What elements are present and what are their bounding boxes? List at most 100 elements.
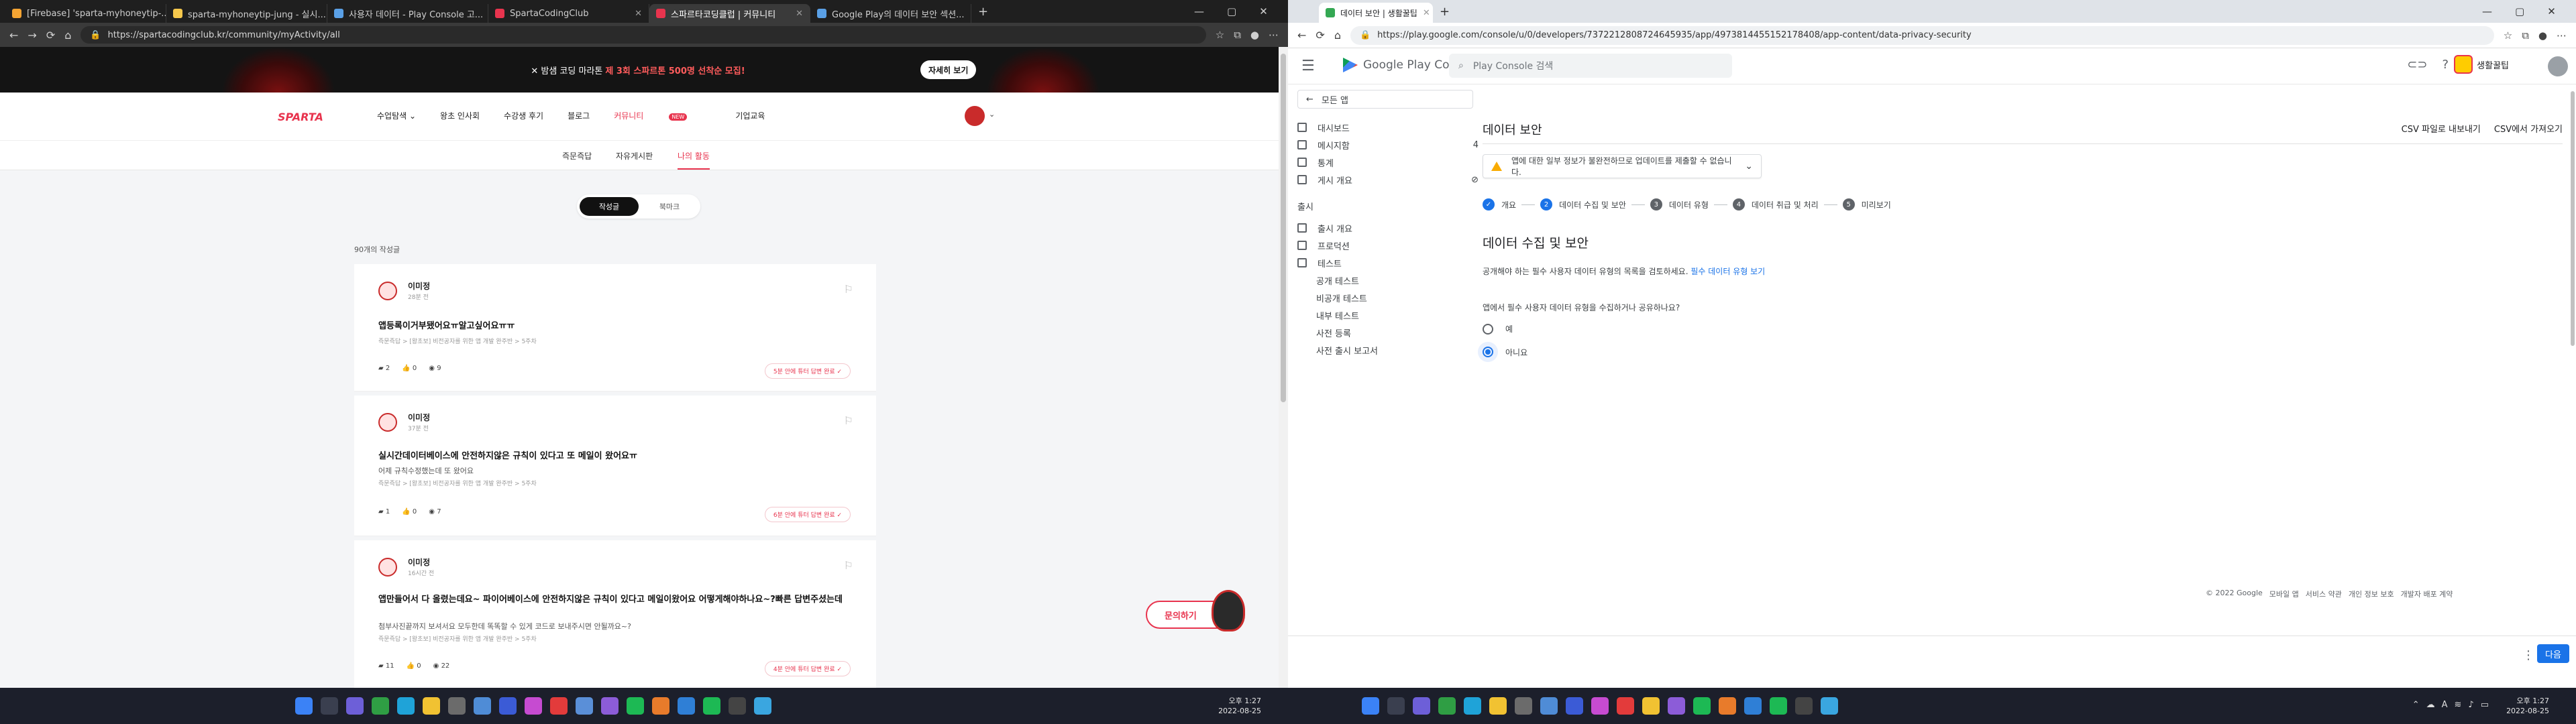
app-icon[interactable]: [1617, 697, 1634, 715]
windows-start-icon[interactable]: [295, 697, 313, 715]
search-icon[interactable]: [321, 697, 338, 715]
close-window-icon[interactable]: ✕: [2547, 5, 2556, 17]
avatar[interactable]: [965, 106, 985, 126]
app-icon[interactable]: [1438, 697, 1456, 715]
close-icon[interactable]: ✕: [970, 9, 971, 19]
browser-tab[interactable]: [Firebase] 'sparta-myhoneytip-...✕: [5, 4, 166, 23]
nav-item-greeting[interactable]: 왕초 인사회: [440, 110, 480, 121]
step-data-types[interactable]: 3 데이터 유형: [1650, 198, 1709, 210]
back-icon[interactable]: ←: [9, 29, 18, 42]
next-button[interactable]: 다음: [2537, 644, 2569, 663]
footer-link-terms[interactable]: 서비스 약관: [2306, 589, 2342, 599]
app-icon[interactable]: [1668, 697, 1685, 715]
help-icon[interactable]: ?: [2442, 58, 2449, 72]
nav-item-enterprise[interactable]: 기업교육: [735, 110, 765, 121]
maximize-icon[interactable]: ▢: [2515, 5, 2524, 17]
reload-icon[interactable]: ⟳: [1316, 29, 1324, 42]
app-account[interactable]: 생활꿀팁: [2454, 55, 2509, 74]
step-overview[interactable]: ✓ 개요: [1483, 198, 1516, 210]
app-icon[interactable]: [499, 697, 517, 715]
app-icon[interactable]: [1566, 697, 1583, 715]
battery-icon[interactable]: ▭: [2481, 700, 2489, 710]
nav-item-reviews[interactable]: 수강생 후기: [504, 110, 543, 121]
bookmark-icon[interactable]: ⚐: [844, 559, 853, 572]
nav-item-blog[interactable]: 블로그: [568, 110, 590, 121]
app-icon[interactable]: [754, 697, 771, 715]
warning-banner[interactable]: 앱에 대한 일부 정보가 불완전하므로 업데이트를 제출할 수 없습니다. ⌄: [1483, 154, 1762, 178]
search-input[interactable]: ⌕ Play Console 검색: [1449, 54, 1732, 78]
toggle-my-posts[interactable]: 작성글: [580, 197, 639, 216]
sidebar-item-inbox[interactable]: 메시지함 4: [1297, 135, 1479, 154]
naver-icon[interactable]: [1693, 697, 1711, 715]
bookmark-icon[interactable]: ⚐: [844, 283, 853, 296]
back-icon[interactable]: ←: [1297, 29, 1306, 42]
new-tab-button[interactable]: +: [978, 5, 988, 19]
radio-yes[interactable]: [1483, 323, 1493, 335]
step-preview[interactable]: 5 미리보기: [1842, 198, 1891, 210]
app-icon[interactable]: [525, 697, 542, 715]
app-icon[interactable]: [1591, 697, 1609, 715]
link-icon[interactable]: ⊂⊃: [2407, 58, 2427, 72]
tab-my-activity[interactable]: 나의 활동: [678, 150, 710, 170]
step-collection[interactable]: 2 데이터 수집 및 보안: [1540, 198, 1626, 210]
list-item[interactable]: 이미정 28분 전 ⚐ 앱등록이거부됐어요ㅠ알고싶어요ㅠㅠ 즉문즉답 > [왕초…: [354, 264, 876, 391]
close-icon[interactable]: ✕: [1423, 8, 1430, 18]
view-required-data-link[interactable]: 필수 데이터 유형 보기: [1690, 267, 1765, 276]
url-field[interactable]: 🔒 https://play.google.com/console/u/0/de…: [1350, 25, 2494, 45]
volume-icon[interactable]: ♪: [2468, 700, 2473, 710]
toggle-bookmarks[interactable]: 북마크: [641, 197, 698, 216]
nav-item-community[interactable]: 커뮤니티 NEW: [614, 110, 711, 121]
forward-icon[interactable]: →: [28, 29, 36, 42]
browser-tab-active[interactable]: 스파르타코딩클럽 | 커뮤니티 ✕: [649, 4, 810, 23]
tab-free-board[interactable]: 자유게시판: [616, 150, 653, 162]
edge-icon[interactable]: [397, 697, 415, 715]
vscode-icon[interactable]: [1744, 697, 1762, 715]
radio-no[interactable]: [1483, 347, 1493, 357]
footer-link-privacy[interactable]: 개인 정보 보호: [2349, 589, 2394, 599]
sidebar-item-open-testing[interactable]: 공개 테스트: [1316, 271, 1497, 290]
clock[interactable]: 오후 1:27 2022-08-25: [2506, 696, 2549, 716]
url-field[interactable]: 🔒 https://spartacodingclub.kr/community/…: [80, 26, 1206, 44]
tab-qna[interactable]: 즉문즉답: [562, 150, 592, 162]
new-tab-button[interactable]: +: [1440, 5, 1450, 19]
mail-icon[interactable]: [1515, 697, 1532, 715]
nav-item-courses[interactable]: 수업탐색 ⌄: [377, 110, 416, 121]
sidebar-item-testing[interactable]: 테스트: [1297, 253, 1479, 272]
app-icon[interactable]: [729, 697, 746, 715]
chevron-up-icon[interactable]: ⌃: [2412, 700, 2420, 710]
home-icon[interactable]: ⌂: [1334, 29, 1341, 42]
naver-icon[interactable]: [627, 697, 644, 715]
footer-link-mobile-app[interactable]: 모바일 앱: [2269, 589, 2299, 599]
sidebar-item-release-overview[interactable]: 출시 개요: [1297, 219, 1479, 237]
app-icon[interactable]: [652, 697, 669, 715]
sidebar-item-stats[interactable]: 통계: [1297, 153, 1479, 172]
clock[interactable]: 오후 1:27 2022-08-25: [1218, 696, 1261, 716]
sidebar-item-production[interactable]: 프로덕션: [1297, 236, 1479, 255]
bookmark-icon[interactable]: ⚐: [844, 414, 853, 427]
spotify-icon[interactable]: [703, 697, 720, 715]
cloud-icon[interactable]: ☁: [2426, 700, 2435, 710]
browser-tab[interactable]: sparta-myhoneytip-jung - 실시...✕: [166, 4, 327, 23]
scrollbar-thumb[interactable]: [2571, 91, 2575, 346]
collections-icon[interactable]: ⧉: [2522, 29, 2529, 42]
home-icon[interactable]: ⌂: [64, 29, 71, 42]
explorer-icon[interactable]: [423, 697, 440, 715]
teams-icon[interactable]: [346, 697, 364, 715]
avatar[interactable]: [2548, 56, 2568, 76]
browser-tab[interactable]: Google Play의 데이터 보안 섹션...✕: [810, 4, 971, 23]
export-csv-button[interactable]: CSV 파일로 내보내기: [2402, 122, 2481, 135]
collections-icon[interactable]: ⧉: [1234, 29, 1241, 41]
profile-icon[interactable]: ●: [2538, 29, 2547, 42]
more-icon[interactable]: ⋯: [1269, 29, 1279, 41]
sidebar-item-pre-registration[interactable]: 사전 등록: [1316, 323, 1497, 342]
sparta-logo[interactable]: SPARTA: [278, 106, 326, 127]
import-csv-button[interactable]: CSV에서 가져오기: [2494, 122, 2563, 135]
scrollbar[interactable]: [2569, 84, 2576, 636]
search-icon[interactable]: [1387, 697, 1405, 715]
all-apps-button[interactable]: ← 모든 앱: [1297, 90, 1473, 109]
app-icon[interactable]: [1821, 697, 1838, 715]
vscode-icon[interactable]: [678, 697, 695, 715]
app-icon[interactable]: [1719, 697, 1736, 715]
mail-icon[interactable]: [448, 697, 466, 715]
browser-tab[interactable]: SpartaCodingClub ✕: [488, 4, 649, 23]
